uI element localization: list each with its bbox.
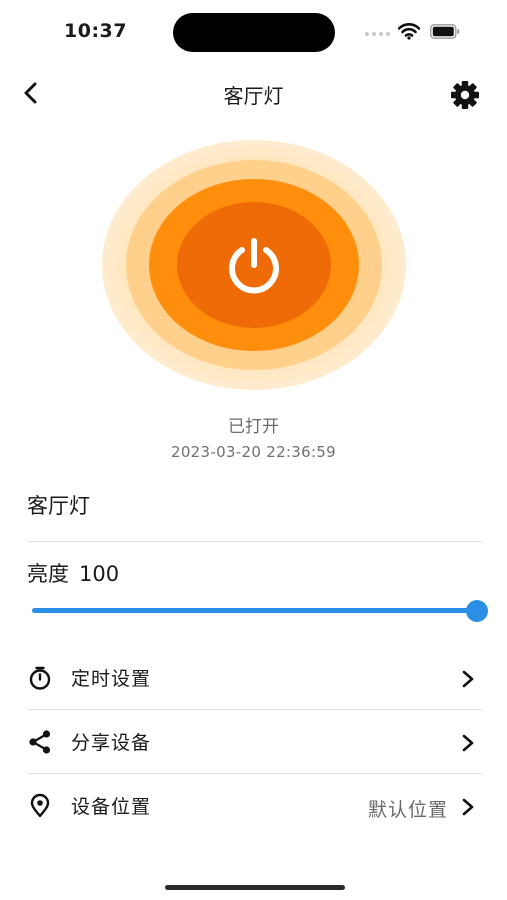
row-value: 默认位置 [367,799,448,821]
power-state-timestamp: 2023-03-20 22:36:59 [170,443,336,461]
brightness-value: 100 [79,562,120,586]
row-label: 分享设备 [71,732,152,754]
cellular-signal-icon [365,32,391,36]
page-title: 客厅灯 [223,84,284,108]
row-label: 设备位置 [71,796,152,818]
device-name: 客厅灯 [27,494,90,518]
power-control [102,140,406,390]
chevron-right-icon [462,670,474,688]
location-pin-icon [30,793,50,818]
brightness-label: 亮度 100 [27,558,119,588]
row-label: 定时设置 [71,668,152,690]
wifi-icon [398,23,420,40]
timer-icon [29,666,51,690]
slider-thumb[interactable] [466,600,488,622]
home-indicator[interactable] [165,885,345,890]
divider [27,773,482,774]
divider [27,541,482,542]
status-time: 10:37 [64,20,127,42]
share-device-row[interactable]: 分享设备 [27,711,482,773]
slider-fill [32,608,477,613]
divider [27,709,482,710]
brightness-label-text: 亮度 [27,562,69,586]
chevron-right-icon [462,734,474,752]
share-icon [29,730,51,754]
gear-icon[interactable] [449,79,481,111]
brightness-slider[interactable] [32,599,488,623]
dynamic-island [173,13,335,52]
power-icon [229,238,279,294]
timer-settings-row[interactable]: 定时设置 [27,647,482,709]
power-state-label: 已打开 [228,417,279,437]
chevron-right-icon [462,798,474,816]
battery-icon [430,24,460,39]
device-location-row[interactable]: 设备位置 默认位置 [27,775,482,837]
